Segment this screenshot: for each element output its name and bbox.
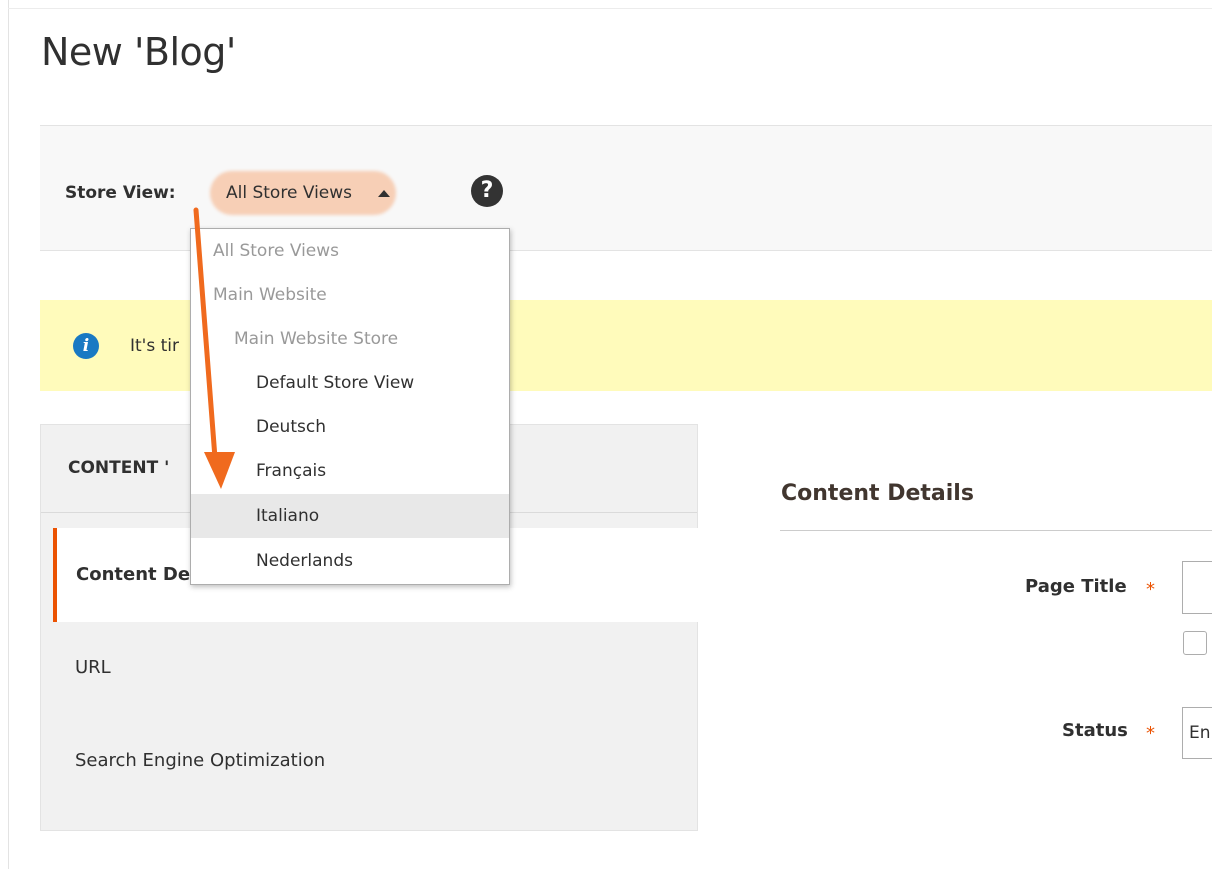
caret-up-icon [378, 190, 390, 197]
dropdown-option-francais[interactable]: Français [191, 449, 509, 493]
help-icon[interactable]: ? [471, 175, 503, 207]
page-top-border [8, 8, 1212, 9]
dropdown-option-deutsch[interactable]: Deutsch [191, 405, 509, 449]
notice-text: It's tir [130, 336, 179, 356]
sidebar-item-url[interactable]: URL [75, 657, 111, 678]
sidebar-header-title: CONTENT ' [68, 458, 170, 478]
status-label: Status [1062, 720, 1128, 741]
store-view-switcher[interactable]: All Store Views [210, 171, 396, 215]
page-left-border [8, 0, 9, 869]
dropdown-option-italiano[interactable]: Italiano [191, 494, 509, 538]
store-view-selected: All Store Views [226, 183, 353, 203]
page-title: New 'Blog' [41, 30, 236, 74]
page-title-label: Page Title [1025, 576, 1127, 597]
dropdown-option-main-website: Main Website [213, 285, 327, 305]
required-mark: * [1146, 723, 1155, 744]
store-view-dropdown: All Store Views Main Website Main Websit… [190, 228, 510, 585]
sidebar-item-seo[interactable]: Search Engine Optimization [75, 750, 325, 771]
page-title-checkbox[interactable] [1183, 631, 1207, 655]
dropdown-option-default-store-view[interactable]: Default Store View [191, 361, 509, 405]
dropdown-option-nederlands[interactable]: Nederlands [191, 539, 509, 583]
section-divider [780, 530, 1212, 531]
status-select-value: En [1189, 723, 1211, 743]
dropdown-option-all-store-views: All Store Views [213, 241, 340, 261]
required-mark: * [1146, 579, 1155, 600]
dropdown-option-main-website-store: Main Website Store [234, 329, 399, 349]
page-title-input[interactable] [1182, 561, 1212, 614]
sidebar-item-label: Content De [76, 564, 191, 585]
status-select[interactable]: En [1182, 707, 1212, 759]
admin-page: New 'Blog' Store View: All Store Views ?… [0, 0, 1212, 869]
info-icon: i [73, 333, 99, 359]
store-view-label: Store View: [65, 183, 176, 203]
content-details-title[interactable]: Content Details [781, 481, 974, 506]
